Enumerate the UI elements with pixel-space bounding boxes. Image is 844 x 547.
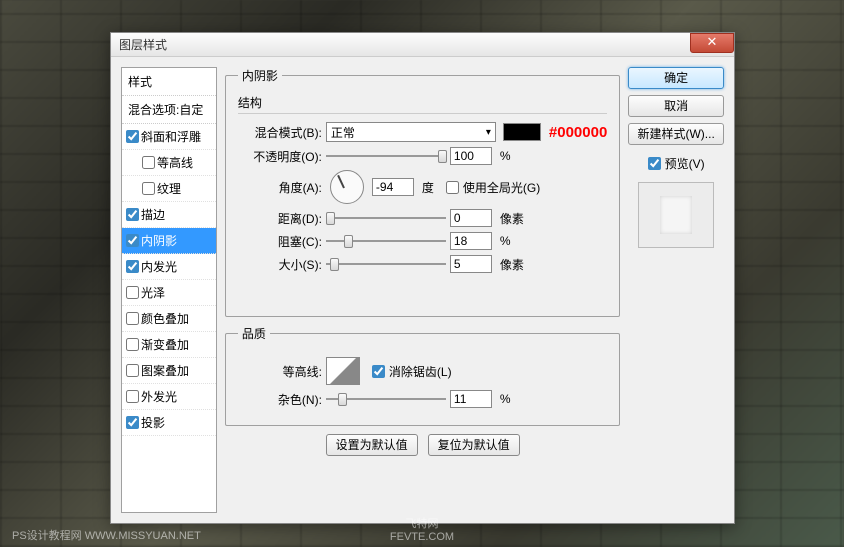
sidebar-item-label: 光泽 — [141, 284, 165, 301]
antialias-checkbox[interactable] — [372, 365, 385, 378]
sidebar-item-checkbox[interactable] — [126, 390, 139, 403]
sidebar-item-checkbox[interactable] — [142, 156, 155, 169]
titlebar[interactable]: 图层样式 ✕ — [111, 33, 734, 57]
choke-label: 阻塞(C): — [238, 233, 322, 250]
settings-panel: 内阴影 结构 混合模式(B): 正常 #000000 不透明度(O): — [225, 67, 620, 513]
preview-thumbnail — [638, 182, 714, 248]
sidebar-item-label: 颜色叠加 — [141, 310, 189, 327]
opacity-label: 不透明度(O): — [238, 148, 322, 165]
angle-dial[interactable] — [330, 170, 364, 204]
close-button[interactable]: ✕ — [690, 33, 734, 53]
watermark-left: PS设计教程网 WWW.MISSYUAN.NET — [12, 527, 201, 543]
distance-input[interactable] — [450, 209, 492, 227]
sidebar-item-checkbox[interactable] — [126, 130, 139, 143]
angle-label: 角度(A): — [238, 179, 322, 196]
sidebar-item-3[interactable]: 描边 — [122, 202, 216, 228]
contour-picker[interactable] — [326, 357, 360, 385]
sidebar-item-checkbox[interactable] — [126, 286, 139, 299]
inner-shadow-group: 内阴影 结构 混合模式(B): 正常 #000000 不透明度(O): — [225, 67, 620, 317]
opacity-input[interactable] — [450, 147, 492, 165]
distance-label: 距离(D): — [238, 210, 322, 227]
sidebar-item-checkbox[interactable] — [142, 182, 155, 195]
sidebar-item-checkbox[interactable] — [126, 364, 139, 377]
color-swatch[interactable] — [503, 123, 541, 141]
choke-slider[interactable] — [326, 233, 446, 249]
noise-label: 杂色(N): — [238, 391, 322, 408]
blend-mode-dropdown[interactable]: 正常 — [326, 122, 496, 142]
noise-slider[interactable] — [326, 391, 446, 407]
ok-button[interactable]: 确定 — [628, 67, 724, 89]
sidebar-item-label: 渐变叠加 — [141, 336, 189, 353]
sidebar-item-9[interactable]: 图案叠加 — [122, 358, 216, 384]
sidebar-item-label: 内发光 — [141, 258, 177, 275]
sidebar-item-1[interactable]: 等高线 — [122, 150, 216, 176]
watermark-center: 飞特网 FEVTE.COM — [390, 515, 454, 543]
quality-group: 品质 等高线: 消除锯齿(L) 杂色(N): % — [225, 325, 620, 426]
structure-group: 结构 混合模式(B): 正常 #000000 不透明度(O): % — [238, 94, 607, 278]
sidebar-item-label: 外发光 — [141, 388, 177, 405]
sidebar-header-styles[interactable]: 样式 — [122, 68, 216, 96]
antialias-label: 消除锯齿(L) — [389, 363, 452, 380]
choke-input[interactable] — [450, 232, 492, 250]
sidebar-item-label: 等高线 — [157, 154, 193, 171]
color-hex-label: #000000 — [549, 124, 607, 141]
panel-title: 内阴影 — [238, 67, 282, 84]
sidebar-item-11[interactable]: 投影 — [122, 410, 216, 436]
global-light-label: 使用全局光(G) — [463, 179, 540, 196]
sidebar-item-10[interactable]: 外发光 — [122, 384, 216, 410]
sidebar-item-checkbox[interactable] — [126, 416, 139, 429]
sidebar-item-label: 纹理 — [157, 180, 181, 197]
noise-input[interactable] — [450, 390, 492, 408]
cancel-button[interactable]: 取消 — [628, 95, 724, 117]
sidebar-item-0[interactable]: 斜面和浮雕 — [122, 124, 216, 150]
sidebar-item-checkbox[interactable] — [126, 312, 139, 325]
sidebar-item-label: 投影 — [141, 414, 165, 431]
sidebar-item-checkbox[interactable] — [126, 208, 139, 221]
sidebar-item-2[interactable]: 纹理 — [122, 176, 216, 202]
contour-label: 等高线: — [238, 363, 322, 380]
dialog-title: 图层样式 — [119, 36, 167, 53]
sidebar-header-blend[interactable]: 混合选项:自定 — [122, 96, 216, 124]
opacity-slider[interactable] — [326, 148, 446, 164]
sidebar-item-label: 描边 — [141, 206, 165, 223]
size-label: 大小(S): — [238, 256, 322, 273]
sidebar-item-7[interactable]: 颜色叠加 — [122, 306, 216, 332]
styles-sidebar: 样式 混合选项:自定 斜面和浮雕等高线纹理描边内阴影内发光光泽颜色叠加渐变叠加图… — [121, 67, 217, 513]
sidebar-item-8[interactable]: 渐变叠加 — [122, 332, 216, 358]
new-style-button[interactable]: 新建样式(W)... — [628, 123, 724, 145]
blend-mode-label: 混合模式(B): — [238, 124, 322, 141]
angle-input[interactable] — [372, 178, 414, 196]
structure-legend: 结构 — [238, 96, 262, 110]
distance-slider[interactable] — [326, 210, 446, 226]
sidebar-item-label: 斜面和浮雕 — [141, 128, 201, 145]
sidebar-item-checkbox[interactable] — [126, 234, 139, 247]
preview-label: 预览(V) — [665, 155, 705, 172]
sidebar-item-5[interactable]: 内发光 — [122, 254, 216, 280]
sidebar-item-checkbox[interactable] — [126, 338, 139, 351]
sidebar-item-4[interactable]: 内阴影 — [122, 228, 216, 254]
layer-style-dialog: 图层样式 ✕ 样式 混合选项:自定 斜面和浮雕等高线纹理描边内阴影内发光光泽颜色… — [110, 32, 735, 524]
right-panel: 确定 取消 新建样式(W)... 预览(V) — [628, 67, 724, 513]
sidebar-item-6[interactable]: 光泽 — [122, 280, 216, 306]
size-slider[interactable] — [326, 256, 446, 272]
size-input[interactable] — [450, 255, 492, 273]
reset-default-button[interactable]: 复位为默认值 — [428, 434, 520, 456]
preview-checkbox[interactable] — [648, 157, 661, 170]
make-default-button[interactable]: 设置为默认值 — [326, 434, 418, 456]
global-light-checkbox[interactable] — [446, 181, 459, 194]
close-icon: ✕ — [707, 34, 718, 49]
sidebar-item-checkbox[interactable] — [126, 260, 139, 273]
sidebar-item-label: 图案叠加 — [141, 362, 189, 379]
sidebar-item-label: 内阴影 — [141, 232, 177, 249]
quality-legend: 品质 — [238, 325, 270, 342]
